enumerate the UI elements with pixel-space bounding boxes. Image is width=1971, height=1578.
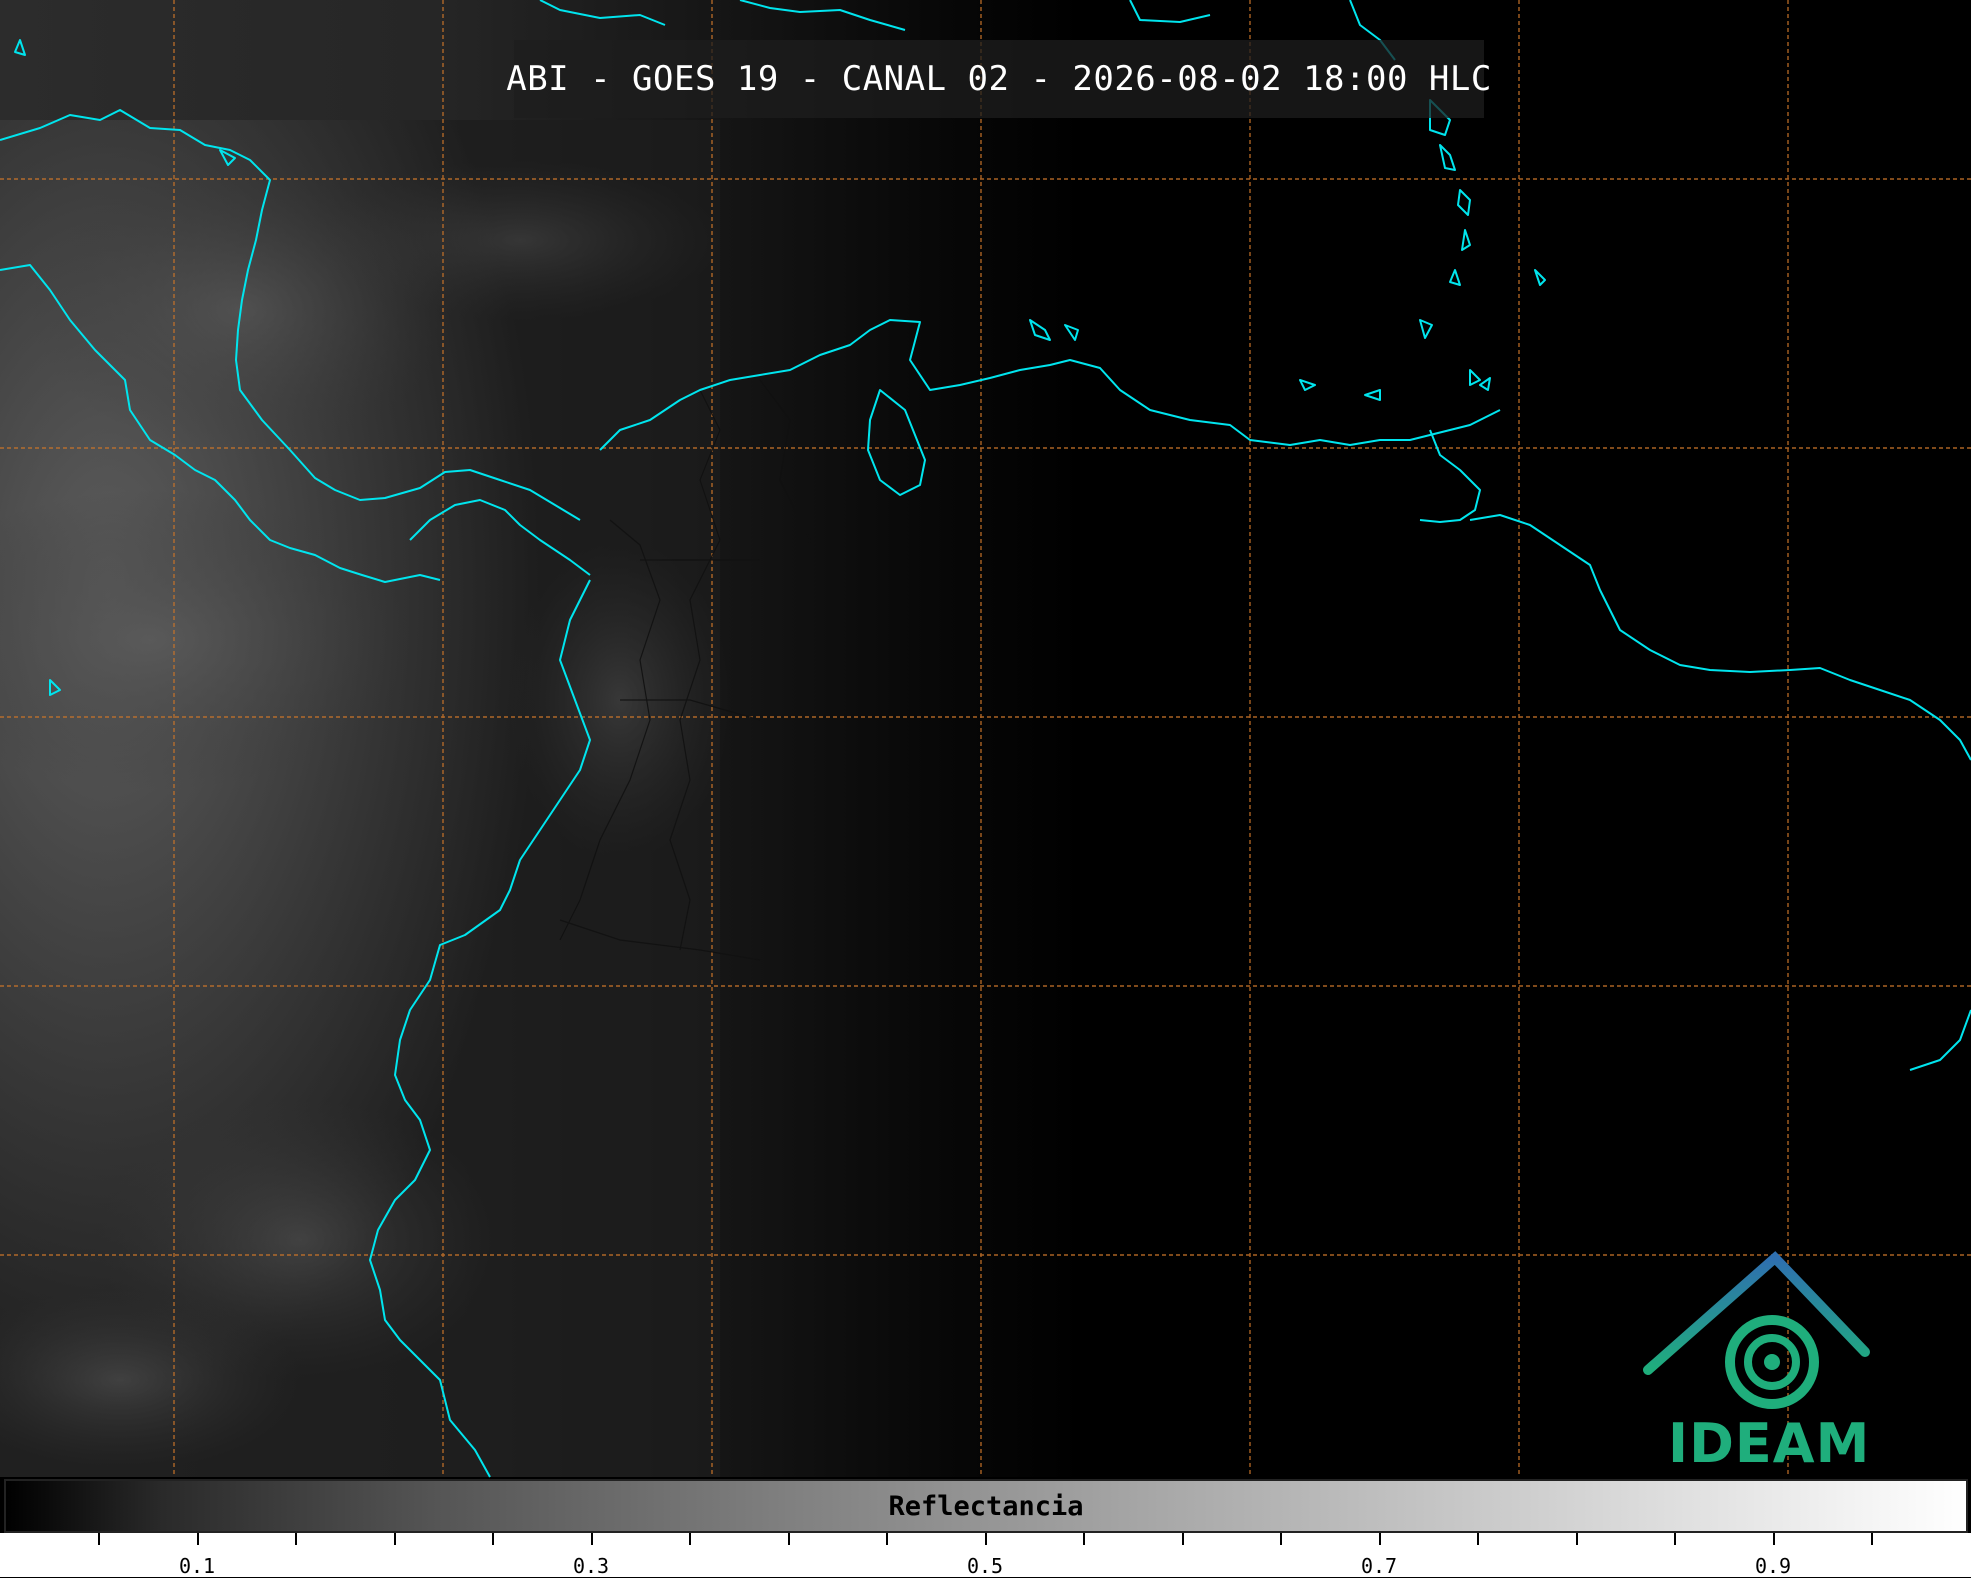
colorbar-tick-label: 0.1 <box>178 1554 216 1578</box>
colorbar-major-tick <box>1379 1533 1381 1545</box>
colorbar-minor-tick <box>886 1533 888 1545</box>
colorbar-minor-tick <box>1182 1533 1184 1545</box>
ideam-logo-text: IDEAM <box>1668 1412 1871 1475</box>
colorbar-major-tick <box>1773 1533 1775 1545</box>
colorbar-minor-tick <box>1871 1533 1873 1545</box>
colorbar-minor-tick <box>788 1533 790 1545</box>
colorbar-minor-tick <box>689 1533 691 1545</box>
colorbar-minor-tick <box>1477 1533 1479 1545</box>
colorbar-minor-tick <box>1280 1533 1282 1545</box>
map-title: ABI - GOES 19 - CANAL 02 - 2026-08-02 18… <box>506 59 1492 99</box>
colorbar-tick-label: 0.7 <box>1360 1554 1398 1578</box>
colorbar-major-tick <box>591 1533 593 1545</box>
colorbar-minor-tick <box>1674 1533 1676 1545</box>
colorbar-minor-tick <box>98 1533 100 1545</box>
colorbar-tick-label: 0.9 <box>1754 1554 1792 1578</box>
title-banner: ABI - GOES 19 - CANAL 02 - 2026-08-02 18… <box>506 40 1491 118</box>
satellite-map <box>0 0 1971 1478</box>
colorbar-minor-tick <box>1576 1533 1578 1545</box>
colorbar-tick-label: 0.5 <box>966 1554 1004 1578</box>
colorbar-minor-tick <box>1083 1533 1085 1545</box>
colorbar-tick-label: 0.3 <box>572 1554 610 1578</box>
colorbar-major-tick <box>197 1533 199 1545</box>
colorbar-minor-tick <box>295 1533 297 1545</box>
cloud-cluster <box>320 160 720 320</box>
colorbar-minor-tick <box>394 1533 396 1545</box>
colorbar-major-tick <box>985 1533 987 1545</box>
colorbar-ticks: 0.1 0.3 0.5 0.7 0.9 <box>0 1533 1971 1578</box>
colorbar-minor-tick <box>492 1533 494 1545</box>
colorbar-label: Reflectancia <box>888 1490 1084 1522</box>
colorbar: Reflectancia <box>4 1479 1968 1533</box>
